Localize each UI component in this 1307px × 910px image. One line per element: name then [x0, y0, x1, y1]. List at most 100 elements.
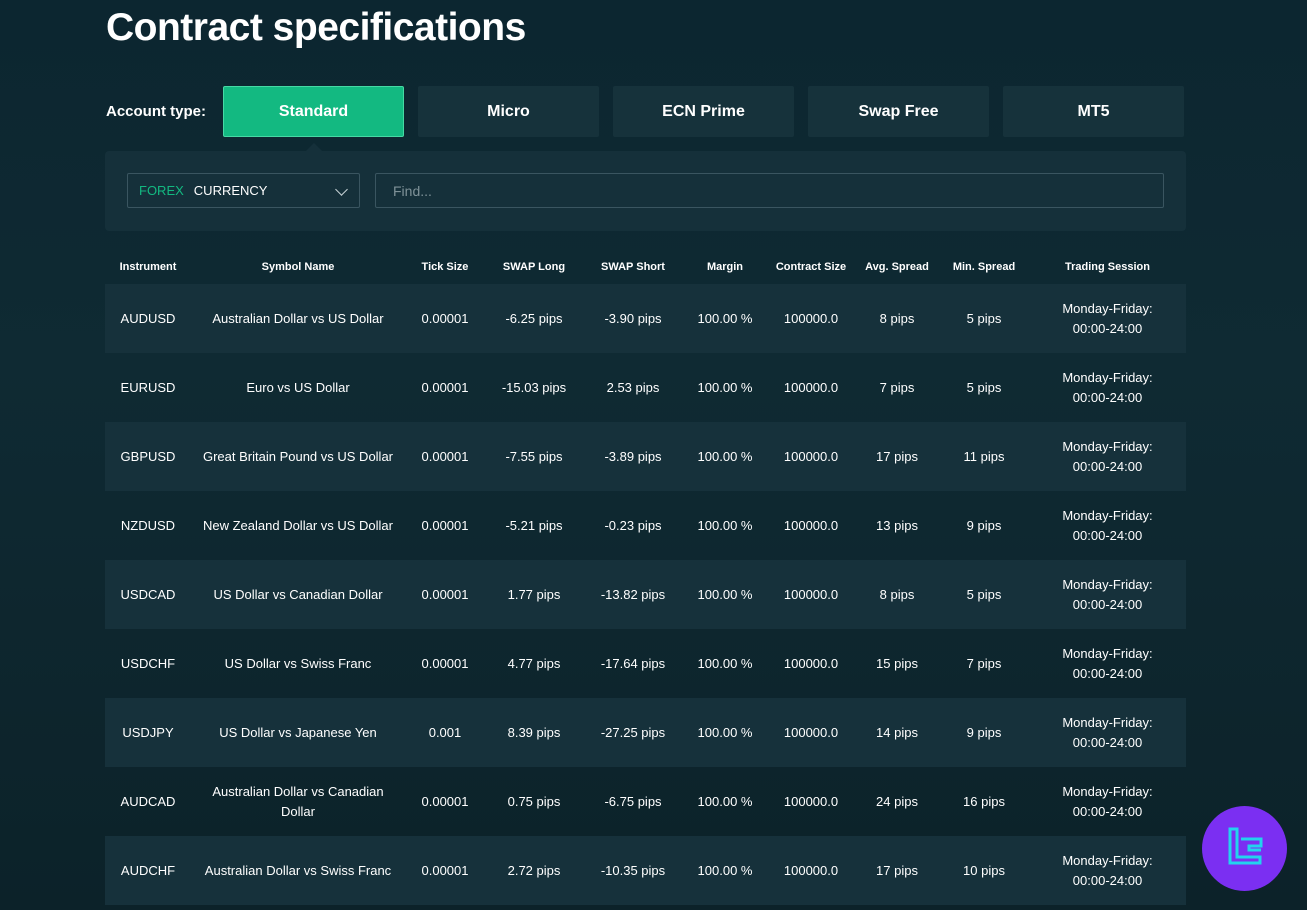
- avg-spread-cell: 24 pips: [876, 794, 918, 809]
- table-row[interactable]: GBPUSD Great Britain Pound vs US Dollar …: [105, 422, 1186, 491]
- filter-panel: FOREX CURRENCY: [105, 151, 1186, 231]
- contract-size-cell: 100000.0: [783, 725, 839, 740]
- tick-size-cell: 0.00001: [421, 518, 469, 533]
- symbol-name-cell: Australian Dollar vs US Dollar: [212, 310, 384, 326]
- session-hours: 00:00-24:00: [1072, 389, 1143, 405]
- session-days: Monday-Friday:: [1062, 714, 1153, 730]
- find-input[interactable]: [375, 173, 1164, 208]
- min-spread-cell: 16 pips: [963, 794, 1005, 809]
- instrument-cell: USDCAD: [120, 587, 176, 602]
- session-hours: 00:00-24:00: [1072, 320, 1143, 336]
- min-spread-cell: 7 pips: [966, 656, 1002, 671]
- trading-session-cell: Monday-Friday: 00:00-24:00: [1029, 713, 1186, 753]
- tab-standard[interactable]: Standard: [223, 86, 404, 137]
- margin-cell: 100.00 %: [697, 863, 753, 878]
- table-row[interactable]: EURUSD Euro vs US Dollar 0.00001 -15.03 …: [105, 353, 1186, 422]
- swap-short-cell: -3.90 pips: [604, 311, 662, 326]
- tab-swap-free[interactable]: Swap Free: [808, 86, 989, 137]
- category-select[interactable]: FOREX CURRENCY: [127, 173, 360, 208]
- header-avg-spread[interactable]: Avg. Spread: [855, 261, 939, 273]
- swap-long-cell: 4.77 pips: [507, 656, 561, 671]
- symbol-name-cell: Euro vs US Dollar: [246, 379, 350, 395]
- instrument-cell: USDCHF: [120, 656, 176, 671]
- avg-spread-cell: 14 pips: [876, 725, 918, 740]
- table-header: Instrument Symbol Name Tick Size SWAP Lo…: [105, 252, 1186, 282]
- account-type-row: Account type: Standard Micro ECN Prime S…: [106, 86, 1186, 137]
- margin-cell: 100.00 %: [697, 311, 753, 326]
- min-spread-cell: 11 pips: [963, 449, 1005, 464]
- trading-session-cell: Monday-Friday: 00:00-24:00: [1029, 299, 1186, 339]
- avg-spread-cell: 8 pips: [879, 311, 915, 326]
- avg-spread-cell: 15 pips: [876, 656, 918, 671]
- header-margin[interactable]: Margin: [683, 261, 767, 273]
- min-spread-cell: 9 pips: [966, 518, 1002, 533]
- contract-size-cell: 100000.0: [783, 587, 839, 602]
- margin-cell: 100.00 %: [697, 380, 753, 395]
- avg-spread-cell: 17 pips: [876, 863, 918, 878]
- tick-size-cell: 0.00001: [421, 656, 469, 671]
- swap-short-cell: -10.35 pips: [600, 863, 666, 878]
- swap-long-cell: -7.55 pips: [505, 449, 563, 464]
- instrument-cell: AUDCHF: [120, 863, 176, 878]
- margin-cell: 100.00 %: [697, 656, 753, 671]
- header-min-spread[interactable]: Min. Spread: [939, 261, 1029, 273]
- account-type-label: Account type:: [106, 103, 207, 120]
- swap-long-cell: 1.77 pips: [507, 587, 561, 602]
- swap-long-cell: 8.39 pips: [507, 725, 561, 740]
- contract-size-cell: 100000.0: [783, 794, 839, 809]
- margin-cell: 100.00 %: [697, 794, 753, 809]
- symbol-name-cell: Australian Dollar vs Swiss Franc: [204, 862, 392, 878]
- header-instrument[interactable]: Instrument: [105, 261, 191, 273]
- account-type-tabs: Standard Micro ECN Prime Swap Free MT5: [223, 86, 1184, 137]
- tick-size-cell: 0.00001: [421, 863, 469, 878]
- swap-short-cell: -6.75 pips: [604, 794, 662, 809]
- session-hours: 00:00-24:00: [1072, 734, 1143, 750]
- swap-short-cell: 2.53 pips: [606, 380, 660, 395]
- margin-cell: 100.00 %: [697, 587, 753, 602]
- session-days: Monday-Friday:: [1062, 369, 1153, 385]
- symbol-name-cell: US Dollar vs Japanese Yen: [219, 724, 377, 740]
- table-row[interactable]: AUDCHF Australian Dollar vs Swiss Franc …: [105, 836, 1186, 905]
- avg-spread-cell: 8 pips: [879, 587, 915, 602]
- tab-mt5[interactable]: MT5: [1003, 86, 1184, 137]
- table-row[interactable]: USDJPY US Dollar vs Japanese Yen 0.001 8…: [105, 698, 1186, 767]
- session-hours: 00:00-24:00: [1072, 872, 1143, 888]
- session-days: Monday-Friday:: [1062, 438, 1153, 454]
- header-contract-size[interactable]: Contract Size: [767, 261, 855, 273]
- contract-size-cell: 100000.0: [783, 656, 839, 671]
- page-title: Contract specifications: [106, 6, 526, 49]
- margin-cell: 100.00 %: [697, 518, 753, 533]
- header-trading-session[interactable]: Trading Session: [1029, 261, 1186, 273]
- tc-logo-badge[interactable]: [1202, 806, 1287, 891]
- trading-session-cell: Monday-Friday: 00:00-24:00: [1029, 782, 1186, 822]
- session-days: Monday-Friday:: [1062, 783, 1153, 799]
- header-tick-size[interactable]: Tick Size: [405, 261, 485, 273]
- margin-cell: 100.00 %: [697, 725, 753, 740]
- session-days: Monday-Friday:: [1062, 852, 1153, 868]
- session-hours: 00:00-24:00: [1072, 803, 1143, 819]
- session-days: Monday-Friday:: [1062, 645, 1153, 661]
- session-hours: 00:00-24:00: [1072, 596, 1143, 612]
- header-swap-short[interactable]: SWAP Short: [583, 261, 683, 273]
- swap-long-cell: 0.75 pips: [507, 794, 561, 809]
- table-row[interactable]: USDCAD US Dollar vs Canadian Dollar 0.00…: [105, 560, 1186, 629]
- table-row[interactable]: AUDUSD Australian Dollar vs US Dollar 0.…: [105, 284, 1186, 353]
- tab-micro[interactable]: Micro: [418, 86, 599, 137]
- margin-cell: 100.00 %: [697, 449, 753, 464]
- tab-ecn-prime[interactable]: ECN Prime: [613, 86, 794, 137]
- table-row[interactable]: NZDUSD New Zealand Dollar vs US Dollar 0…: [105, 491, 1186, 560]
- header-symbol-name[interactable]: Symbol Name: [191, 261, 405, 273]
- contract-size-cell: 100000.0: [783, 449, 839, 464]
- contract-size-cell: 100000.0: [783, 518, 839, 533]
- table-row[interactable]: USDCHF US Dollar vs Swiss Franc 0.00001 …: [105, 629, 1186, 698]
- min-spread-cell: 5 pips: [966, 311, 1002, 326]
- chevron-down-icon: [335, 183, 348, 196]
- session-days: Monday-Friday:: [1062, 576, 1153, 592]
- contract-size-cell: 100000.0: [783, 380, 839, 395]
- table-row[interactable]: AUDCAD Australian Dollar vs Canadian Dol…: [105, 767, 1186, 836]
- tc-logo-icon: [1228, 827, 1262, 864]
- session-hours: 00:00-24:00: [1072, 665, 1143, 681]
- tick-size-cell: 0.00001: [421, 449, 469, 464]
- header-swap-long[interactable]: SWAP Long: [485, 261, 583, 273]
- category-value: CURRENCY: [193, 183, 268, 198]
